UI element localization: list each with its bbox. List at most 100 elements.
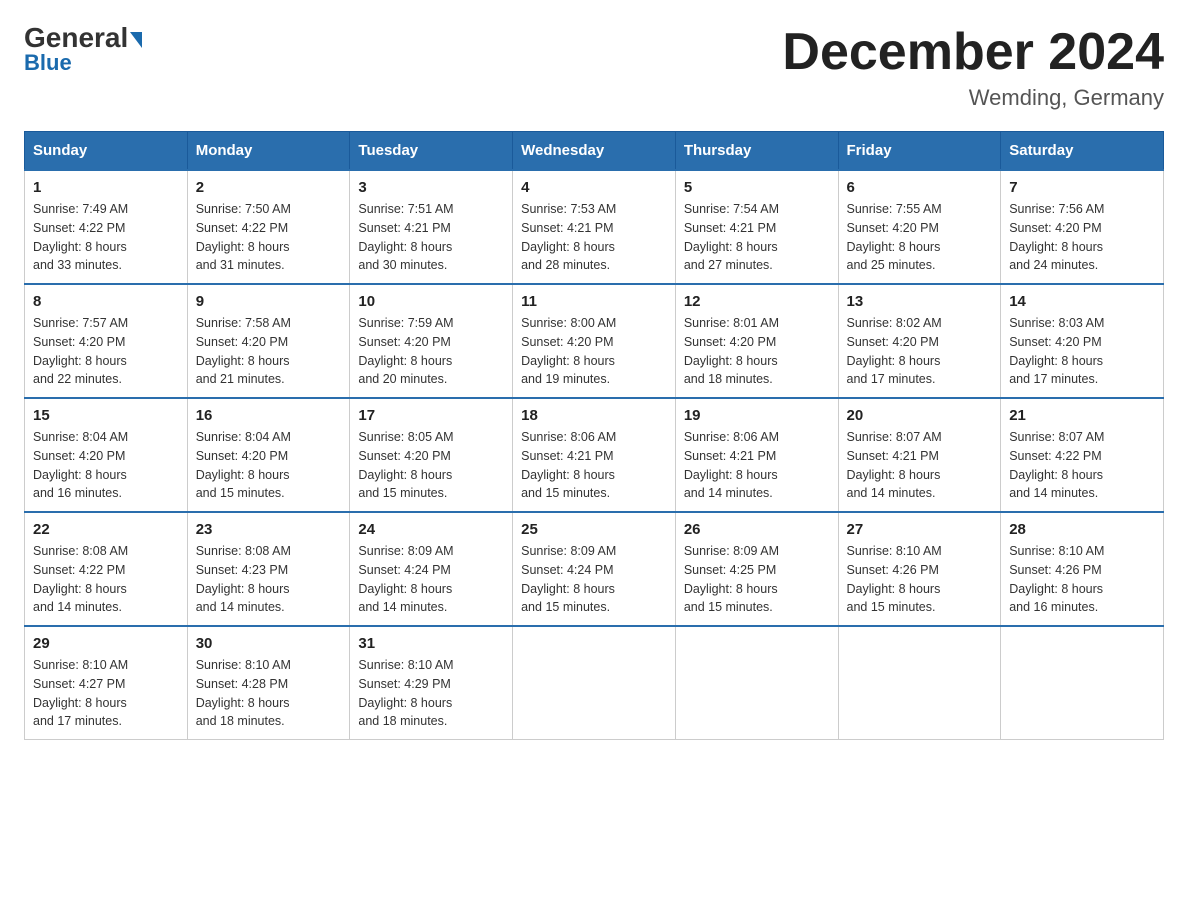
day-cell: 29 Sunrise: 8:10 AM Sunset: 4:27 PM Dayl… <box>25 626 188 740</box>
col-header-thursday: Thursday <box>675 132 838 171</box>
day-info: Sunrise: 7:59 AM Sunset: 4:20 PM Dayligh… <box>358 314 504 389</box>
day-info: Sunrise: 7:56 AM Sunset: 4:20 PM Dayligh… <box>1009 200 1155 275</box>
day-info: Sunrise: 7:55 AM Sunset: 4:20 PM Dayligh… <box>847 200 993 275</box>
day-number: 10 <box>358 293 504 310</box>
day-cell: 3 Sunrise: 7:51 AM Sunset: 4:21 PM Dayli… <box>350 170 513 284</box>
day-info: Sunrise: 8:10 AM Sunset: 4:28 PM Dayligh… <box>196 656 342 731</box>
logo-blue-text: Blue <box>24 50 72 76</box>
col-header-friday: Friday <box>838 132 1001 171</box>
day-number: 5 <box>684 179 830 196</box>
day-cell: 7 Sunrise: 7:56 AM Sunset: 4:20 PM Dayli… <box>1001 170 1164 284</box>
page-header: General Blue December 2024 Wemding, Germ… <box>24 24 1164 111</box>
col-header-saturday: Saturday <box>1001 132 1164 171</box>
week-row-1: 1 Sunrise: 7:49 AM Sunset: 4:22 PM Dayli… <box>25 170 1164 284</box>
day-number: 25 <box>521 521 667 538</box>
day-info: Sunrise: 8:09 AM Sunset: 4:24 PM Dayligh… <box>521 542 667 617</box>
day-info: Sunrise: 8:04 AM Sunset: 4:20 PM Dayligh… <box>196 428 342 503</box>
day-number: 13 <box>847 293 993 310</box>
logo-general-text: General <box>24 24 142 52</box>
day-cell: 4 Sunrise: 7:53 AM Sunset: 4:21 PM Dayli… <box>513 170 676 284</box>
logo: General Blue <box>24 24 142 76</box>
day-info: Sunrise: 7:50 AM Sunset: 4:22 PM Dayligh… <box>196 200 342 275</box>
day-cell: 21 Sunrise: 8:07 AM Sunset: 4:22 PM Dayl… <box>1001 398 1164 512</box>
day-number: 16 <box>196 407 342 424</box>
day-cell: 19 Sunrise: 8:06 AM Sunset: 4:21 PM Dayl… <box>675 398 838 512</box>
day-info: Sunrise: 7:51 AM Sunset: 4:21 PM Dayligh… <box>358 200 504 275</box>
day-info: Sunrise: 8:01 AM Sunset: 4:20 PM Dayligh… <box>684 314 830 389</box>
day-number: 30 <box>196 635 342 652</box>
day-cell: 15 Sunrise: 8:04 AM Sunset: 4:20 PM Dayl… <box>25 398 188 512</box>
day-number: 15 <box>33 407 179 424</box>
day-number: 22 <box>33 521 179 538</box>
week-row-3: 15 Sunrise: 8:04 AM Sunset: 4:20 PM Dayl… <box>25 398 1164 512</box>
day-cell: 5 Sunrise: 7:54 AM Sunset: 4:21 PM Dayli… <box>675 170 838 284</box>
day-number: 2 <box>196 179 342 196</box>
day-cell: 26 Sunrise: 8:09 AM Sunset: 4:25 PM Dayl… <box>675 512 838 626</box>
day-number: 29 <box>33 635 179 652</box>
day-cell <box>513 626 676 740</box>
day-cell: 25 Sunrise: 8:09 AM Sunset: 4:24 PM Dayl… <box>513 512 676 626</box>
day-info: Sunrise: 7:54 AM Sunset: 4:21 PM Dayligh… <box>684 200 830 275</box>
day-info: Sunrise: 8:05 AM Sunset: 4:20 PM Dayligh… <box>358 428 504 503</box>
day-number: 28 <box>1009 521 1155 538</box>
day-info: Sunrise: 7:49 AM Sunset: 4:22 PM Dayligh… <box>33 200 179 275</box>
month-title: December 2024 <box>782 24 1164 81</box>
day-cell: 17 Sunrise: 8:05 AM Sunset: 4:20 PM Dayl… <box>350 398 513 512</box>
day-cell: 23 Sunrise: 8:08 AM Sunset: 4:23 PM Dayl… <box>187 512 350 626</box>
day-cell: 27 Sunrise: 8:10 AM Sunset: 4:26 PM Dayl… <box>838 512 1001 626</box>
day-number: 3 <box>358 179 504 196</box>
day-info: Sunrise: 8:08 AM Sunset: 4:22 PM Dayligh… <box>33 542 179 617</box>
week-row-4: 22 Sunrise: 8:08 AM Sunset: 4:22 PM Dayl… <box>25 512 1164 626</box>
col-header-sunday: Sunday <box>25 132 188 171</box>
day-number: 18 <box>521 407 667 424</box>
day-info: Sunrise: 8:03 AM Sunset: 4:20 PM Dayligh… <box>1009 314 1155 389</box>
day-number: 1 <box>33 179 179 196</box>
day-cell: 13 Sunrise: 8:02 AM Sunset: 4:20 PM Dayl… <box>838 284 1001 398</box>
day-info: Sunrise: 8:07 AM Sunset: 4:21 PM Dayligh… <box>847 428 993 503</box>
day-cell: 22 Sunrise: 8:08 AM Sunset: 4:22 PM Dayl… <box>25 512 188 626</box>
day-cell <box>675 626 838 740</box>
day-cell: 10 Sunrise: 7:59 AM Sunset: 4:20 PM Dayl… <box>350 284 513 398</box>
day-number: 23 <box>196 521 342 538</box>
day-cell: 11 Sunrise: 8:00 AM Sunset: 4:20 PM Dayl… <box>513 284 676 398</box>
title-block: December 2024 Wemding, Germany <box>782 24 1164 111</box>
day-number: 19 <box>684 407 830 424</box>
day-cell: 20 Sunrise: 8:07 AM Sunset: 4:21 PM Dayl… <box>838 398 1001 512</box>
day-cell: 12 Sunrise: 8:01 AM Sunset: 4:20 PM Dayl… <box>675 284 838 398</box>
day-cell: 8 Sunrise: 7:57 AM Sunset: 4:20 PM Dayli… <box>25 284 188 398</box>
day-number: 31 <box>358 635 504 652</box>
day-info: Sunrise: 8:06 AM Sunset: 4:21 PM Dayligh… <box>684 428 830 503</box>
day-number: 26 <box>684 521 830 538</box>
col-header-wednesday: Wednesday <box>513 132 676 171</box>
calendar-header-row: SundayMondayTuesdayWednesdayThursdayFrid… <box>25 132 1164 171</box>
week-row-5: 29 Sunrise: 8:10 AM Sunset: 4:27 PM Dayl… <box>25 626 1164 740</box>
day-number: 24 <box>358 521 504 538</box>
day-info: Sunrise: 8:07 AM Sunset: 4:22 PM Dayligh… <box>1009 428 1155 503</box>
location: Wemding, Germany <box>782 85 1164 111</box>
day-info: Sunrise: 8:10 AM Sunset: 4:26 PM Dayligh… <box>847 542 993 617</box>
day-info: Sunrise: 8:10 AM Sunset: 4:26 PM Dayligh… <box>1009 542 1155 617</box>
day-cell <box>1001 626 1164 740</box>
day-info: Sunrise: 7:53 AM Sunset: 4:21 PM Dayligh… <box>521 200 667 275</box>
day-cell: 1 Sunrise: 7:49 AM Sunset: 4:22 PM Dayli… <box>25 170 188 284</box>
day-cell: 18 Sunrise: 8:06 AM Sunset: 4:21 PM Dayl… <box>513 398 676 512</box>
col-header-tuesday: Tuesday <box>350 132 513 171</box>
day-info: Sunrise: 8:08 AM Sunset: 4:23 PM Dayligh… <box>196 542 342 617</box>
week-row-2: 8 Sunrise: 7:57 AM Sunset: 4:20 PM Dayli… <box>25 284 1164 398</box>
day-info: Sunrise: 8:02 AM Sunset: 4:20 PM Dayligh… <box>847 314 993 389</box>
day-number: 7 <box>1009 179 1155 196</box>
day-cell: 2 Sunrise: 7:50 AM Sunset: 4:22 PM Dayli… <box>187 170 350 284</box>
day-number: 6 <box>847 179 993 196</box>
day-number: 11 <box>521 293 667 310</box>
day-number: 9 <box>196 293 342 310</box>
day-cell: 30 Sunrise: 8:10 AM Sunset: 4:28 PM Dayl… <box>187 626 350 740</box>
day-cell <box>838 626 1001 740</box>
day-number: 8 <box>33 293 179 310</box>
day-cell: 24 Sunrise: 8:09 AM Sunset: 4:24 PM Dayl… <box>350 512 513 626</box>
day-number: 12 <box>684 293 830 310</box>
day-info: Sunrise: 8:06 AM Sunset: 4:21 PM Dayligh… <box>521 428 667 503</box>
day-cell: 28 Sunrise: 8:10 AM Sunset: 4:26 PM Dayl… <box>1001 512 1164 626</box>
day-number: 21 <box>1009 407 1155 424</box>
day-info: Sunrise: 8:10 AM Sunset: 4:29 PM Dayligh… <box>358 656 504 731</box>
day-info: Sunrise: 8:10 AM Sunset: 4:27 PM Dayligh… <box>33 656 179 731</box>
